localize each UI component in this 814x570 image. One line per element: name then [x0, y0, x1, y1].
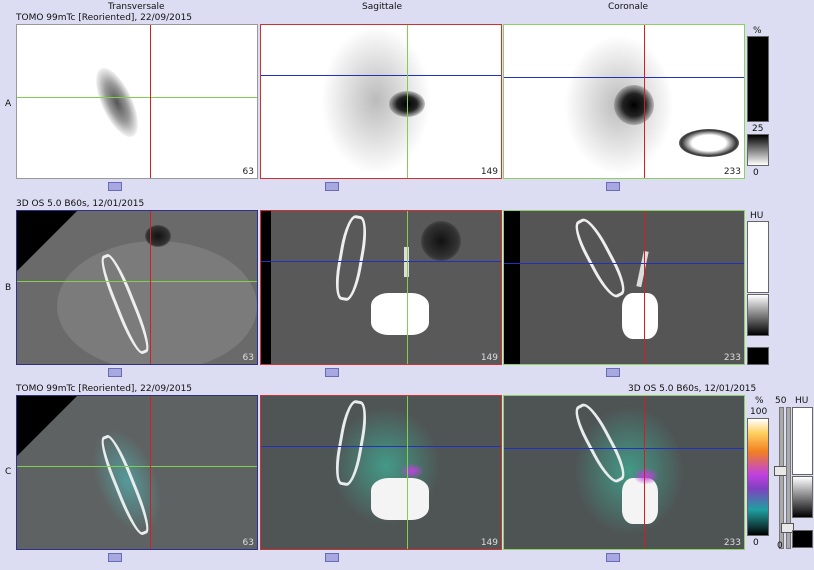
opacity-low-label: 0: [777, 541, 783, 551]
uptake-hotspot: [614, 85, 654, 125]
crosshair-horizontal: [261, 446, 501, 447]
slice-number: 233: [723, 167, 741, 177]
prosthesis: [622, 293, 658, 339]
scale-a-mid-label: 25: [752, 124, 764, 134]
prosthesis: [622, 478, 658, 524]
scale-b-bottom: [747, 347, 769, 365]
crosshair-horizontal: [17, 281, 257, 282]
scale-c-hu-bottom: [792, 530, 813, 548]
row-c-series-header-left: TOMO 99mTc [Reoriented], 22/09/2015: [16, 384, 193, 394]
slice-number: 63: [242, 353, 254, 363]
viewport-c-sagittale[interactable]: 149: [260, 395, 502, 550]
crosshair-vertical: [407, 396, 408, 549]
slice-number: 149: [480, 167, 498, 177]
ct-dark-edge: [261, 211, 271, 364]
soft-tissue: [57, 241, 257, 364]
row-a-label: A: [5, 99, 12, 109]
scale-a-low-label: 0: [753, 168, 759, 178]
slider-b-coronale[interactable]: [606, 368, 620, 377]
viewport-b-transversale[interactable]: 63: [16, 210, 258, 365]
crosshair-horizontal: [504, 263, 744, 264]
viewport-b-sagittale[interactable]: 149: [260, 210, 502, 365]
crosshair-vertical: [644, 25, 645, 178]
slider-c-sagittale[interactable]: [325, 553, 339, 562]
gas-region: [421, 221, 461, 261]
slider-c-transversale[interactable]: [108, 553, 122, 562]
slice-number: 63: [242, 167, 254, 177]
scale-b-unit: HU: [750, 211, 764, 221]
slider-a-coronale[interactable]: [606, 182, 620, 191]
slider-b-sagittale[interactable]: [325, 368, 339, 377]
crosshair-horizontal: [504, 448, 744, 449]
slice-number: 233: [723, 353, 741, 363]
row-c-label: C: [5, 467, 12, 477]
uptake-hotspot-2: [679, 129, 739, 157]
slice-number: 149: [480, 353, 498, 363]
viewport-c-coronale[interactable]: 233: [503, 395, 745, 550]
uptake-hotspot: [401, 464, 423, 478]
column-header-sagittale: Sagittale: [362, 2, 403, 12]
opacity-label: 50: [775, 396, 787, 406]
prosthesis: [371, 293, 429, 335]
row-b-label: B: [5, 283, 12, 293]
uptake-hotspot: [634, 468, 658, 484]
uptake-region: [87, 62, 147, 143]
scale-b-gradient[interactable]: [747, 294, 769, 336]
bone-structure: [569, 214, 631, 302]
scale-a-gradient: [747, 134, 769, 166]
scale-c-unit: %: [755, 396, 764, 406]
crosshair-horizontal: [504, 77, 744, 78]
scale-c-hu-label: HU: [795, 396, 809, 406]
column-header-coronale: Coronale: [608, 2, 649, 12]
crosshair-horizontal: [261, 261, 501, 262]
viewport-b-coronale[interactable]: 233: [503, 210, 745, 365]
crosshair-vertical: [407, 25, 408, 178]
row-b-series-header: 3D OS 5.0 B60s, 12/01/2015: [16, 199, 145, 209]
viewport-a-sagittale[interactable]: 149: [260, 24, 502, 179]
scale-c-hu-top: [792, 407, 813, 475]
crosshair-vertical: [407, 211, 408, 364]
scale-c-color-bar[interactable]: [747, 418, 769, 536]
crosshair-vertical: [150, 396, 151, 549]
crosshair-horizontal: [17, 466, 257, 467]
column-header-transversale: Transversale: [108, 2, 165, 12]
slider-a-transversale[interactable]: [108, 182, 122, 191]
scale-a-bar[interactable]: [747, 36, 769, 122]
viewport-a-coronale[interactable]: 233: [503, 24, 745, 179]
bone-structure: [331, 213, 371, 303]
gas-region: [145, 225, 171, 247]
crosshair-vertical: [644, 396, 645, 549]
scale-a-unit: %: [753, 26, 762, 36]
slider-b-transversale[interactable]: [108, 368, 122, 377]
scale-c-hu-gradient[interactable]: [792, 476, 813, 518]
crosshair-vertical: [150, 25, 151, 178]
row-c-series-header-right: 3D OS 5.0 B60s, 12/01/2015: [628, 384, 757, 394]
crosshair-horizontal: [17, 97, 257, 98]
crosshair-horizontal: [261, 75, 501, 76]
slider-a-sagittale[interactable]: [325, 182, 339, 191]
implant-stem: [636, 250, 649, 288]
ct-dark-corner: [17, 211, 77, 271]
crosshair-vertical: [150, 211, 151, 364]
slider-c-coronale[interactable]: [606, 553, 620, 562]
scale-c-top-label: 100: [750, 407, 768, 417]
row-a-series-header: TOMO 99mTc [Reoriented], 22/09/2015: [16, 13, 193, 23]
scale-c-low-label: 0: [753, 538, 759, 548]
slice-number: 233: [723, 538, 741, 548]
scale-b-top: [747, 221, 769, 293]
slice-number: 149: [480, 538, 498, 548]
ct-dark-corner: [17, 396, 77, 456]
ct-dark-edge: [504, 211, 520, 364]
viewport-a-transversale[interactable]: 63: [16, 24, 258, 179]
crosshair-vertical: [644, 211, 645, 364]
viewport-c-transversale[interactable]: 63: [16, 395, 258, 550]
slice-number: 63: [242, 538, 254, 548]
prosthesis: [371, 478, 429, 520]
